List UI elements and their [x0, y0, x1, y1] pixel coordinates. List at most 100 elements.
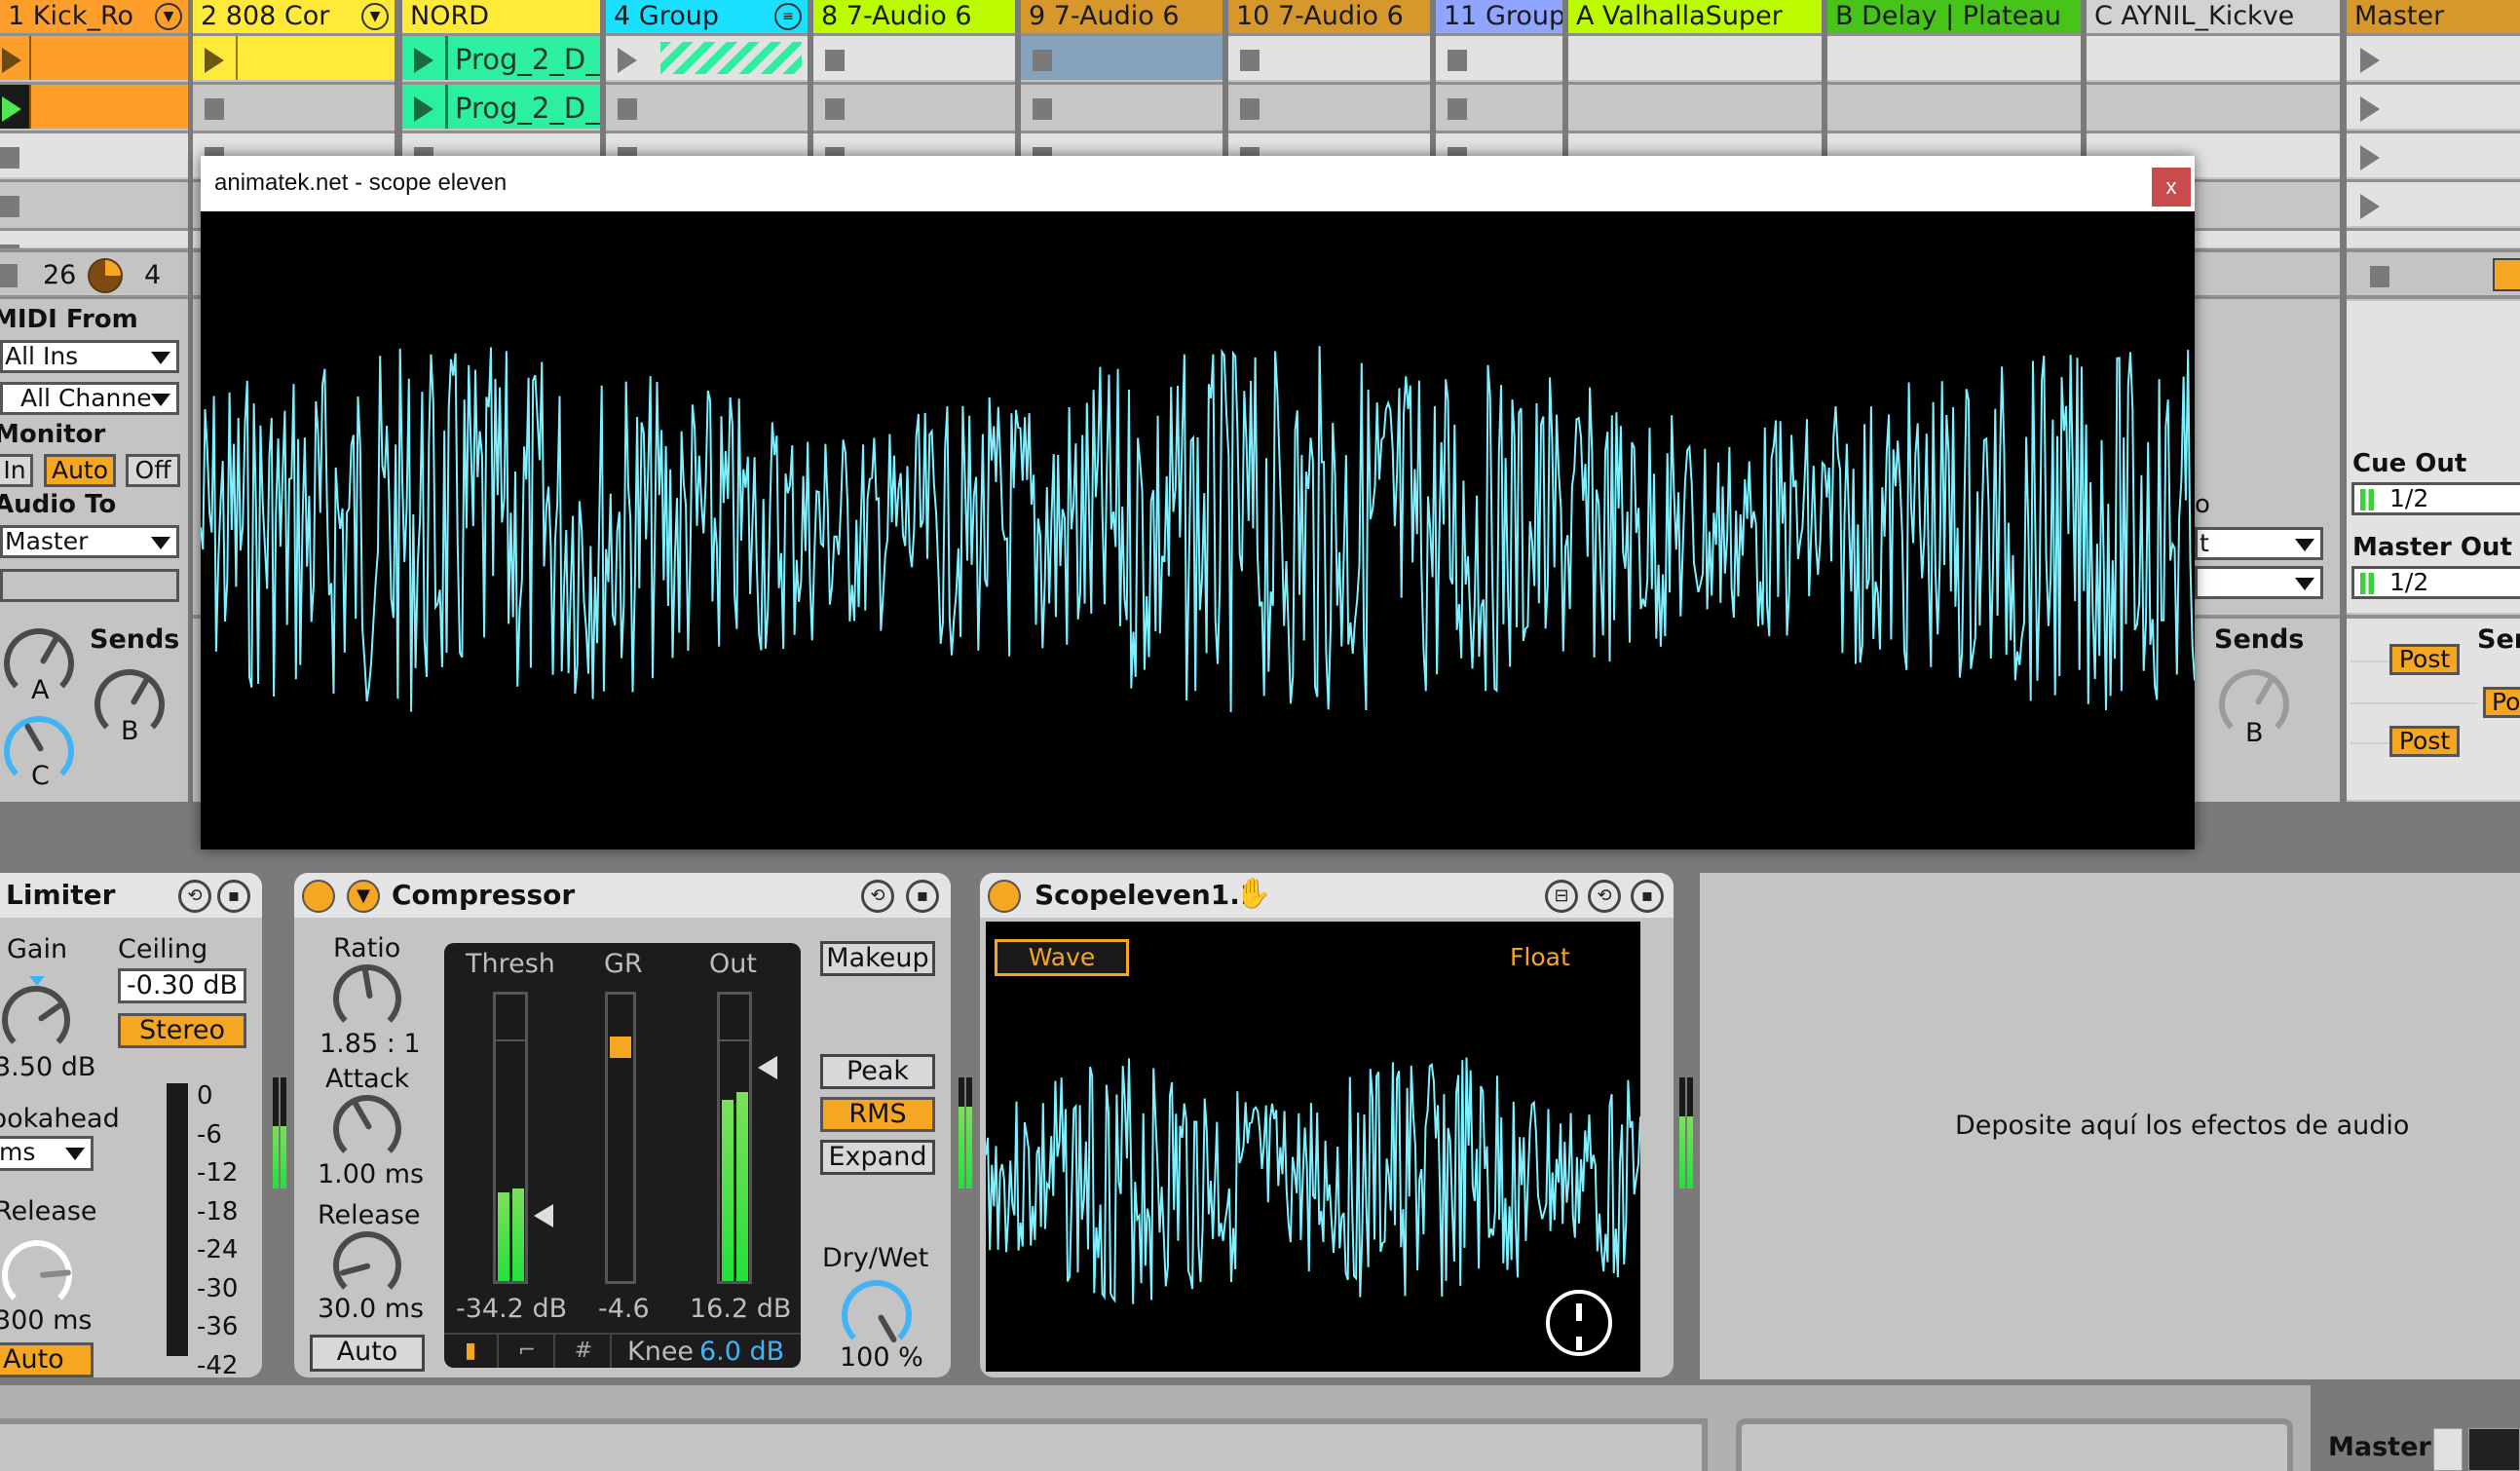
clip-stop-icon[interactable] [1448, 50, 1467, 71]
save-preset-icon[interactable]: ▪ [906, 880, 939, 913]
track-header[interactable]: 2 808 Cor ▼ [193, 0, 395, 33]
meter-view-icon[interactable]: ▮ [444, 1335, 499, 1368]
track-header[interactable]: 11 Group [1436, 0, 1562, 33]
device-power-button[interactable] [302, 880, 335, 913]
clip-slot[interactable] [2347, 131, 2520, 177]
threshold-slider-handle[interactable] [534, 1204, 553, 1227]
clip-slot[interactable] [1021, 82, 1222, 129]
hot-swap-icon[interactable]: ⟲ [861, 880, 894, 913]
clip-slot[interactable] [1568, 33, 1822, 80]
master-device-thumbnail[interactable] [2433, 1428, 2463, 1471]
clip-stop-icon[interactable] [1033, 50, 1052, 71]
fold-icon[interactable]: ▼ [155, 3, 182, 30]
close-button[interactable]: x [2152, 168, 2191, 207]
hot-swap-icon[interactable]: ⟲ [178, 880, 211, 913]
power-icon[interactable] [1546, 1290, 1612, 1356]
clip-slot[interactable] [2087, 82, 2340, 129]
clip-slot[interactable] [2347, 82, 2520, 129]
fold-icon[interactable]: ▼ [361, 3, 389, 30]
scene-launch-icon[interactable] [2493, 258, 2520, 291]
device-power-button[interactable] [988, 880, 1021, 913]
lookahead-select[interactable]: ms [0, 1136, 94, 1171]
track-header[interactable]: A ValhallaSuper [1568, 0, 1822, 33]
rms-button[interactable]: RMS [820, 1097, 935, 1132]
device-fold-button[interactable]: ▼ [347, 880, 380, 913]
track-header[interactable]: C AYNIL_Kickve [2087, 0, 2340, 33]
knee-value[interactable]: 6.0 dB [699, 1337, 784, 1367]
expand-button[interactable]: Expand [820, 1140, 935, 1175]
return-c-output-select[interactable]: t [2195, 527, 2323, 560]
clip-slot[interactable] [606, 33, 808, 80]
clip-play-icon[interactable] [2, 96, 21, 122]
clip-play-icon[interactable] [618, 48, 637, 73]
clip-stop-icon[interactable] [205, 98, 224, 120]
scene-launch-icon[interactable] [2360, 194, 2380, 219]
edit-device-icon[interactable]: ⊟ [1545, 880, 1578, 913]
clip-slot[interactable] [2347, 228, 2520, 247]
return-c-channel-select[interactable] [2195, 566, 2323, 599]
stop-all-clips-button[interactable] [2370, 266, 2389, 287]
clip-slot[interactable] [813, 33, 1015, 80]
activity-view-icon[interactable]: # [557, 1335, 612, 1368]
post-send-c-button[interactable]: Post [2389, 726, 2460, 757]
window-titlebar[interactable]: animatek.net - scope eleven x [201, 156, 2195, 211]
gain-knob[interactable] [2, 986, 70, 1054]
clip-slot[interactable] [813, 82, 1015, 129]
clip-slot[interactable] [1228, 33, 1430, 80]
release-knob[interactable] [2, 1240, 72, 1310]
save-preset-icon[interactable]: ▪ [1631, 880, 1664, 913]
stereo-button[interactable]: Stereo [118, 1013, 246, 1048]
monitor-in-button[interactable]: In [0, 454, 33, 487]
track-header[interactable]: NORD [402, 0, 600, 33]
clip-slot[interactable] [1021, 33, 1222, 80]
release-knob[interactable] [333, 1231, 401, 1300]
clip-slot[interactable]: Prog_2_D_ [402, 82, 600, 129]
clip-slot[interactable] [0, 33, 188, 80]
clip-slot[interactable] [2087, 33, 2340, 80]
clip-slot[interactable] [1228, 82, 1430, 129]
monitor-off-button[interactable]: Off [126, 454, 180, 487]
clip-play-icon[interactable] [205, 48, 224, 73]
hot-swap-icon[interactable]: ⟲ [1588, 880, 1621, 913]
track-header[interactable]: 9 7-Audio 6 [1021, 0, 1222, 33]
audio-effects-drop-zone[interactable]: Deposite aquí los efectos de audio [1700, 873, 2520, 1379]
group-icon[interactable]: ≡ [774, 3, 802, 30]
clip-slot[interactable] [1436, 82, 1562, 129]
clip-slot[interactable] [1827, 82, 2081, 129]
post-send-a-button[interactable]: Post [2389, 644, 2460, 675]
track-header[interactable]: 10 7-Audio 6 [1228, 0, 1430, 33]
clip-stop-icon[interactable] [0, 147, 19, 169]
clip-stop-icon[interactable] [825, 98, 845, 120]
ceiling-field[interactable]: -0.30 dB [118, 968, 246, 1003]
master-device-thumbnail[interactable] [2468, 1428, 2520, 1471]
save-preset-icon[interactable]: ▪ [217, 880, 250, 913]
clip-play-icon[interactable] [2, 48, 21, 73]
post-send-b-button[interactable]: Po [2483, 687, 2520, 718]
clip-stop-icon[interactable] [618, 98, 637, 120]
makeup-gain-slider-handle[interactable] [758, 1056, 777, 1079]
cue-out-select[interactable]: 1/2 [2351, 482, 2520, 515]
clip-slot[interactable] [193, 82, 395, 129]
clip-slot[interactable] [193, 33, 395, 80]
makeup-button[interactable]: Makeup [820, 941, 935, 976]
clip-stop-icon[interactable] [1033, 98, 1052, 120]
audio-to-channel-select[interactable] [0, 569, 179, 602]
clip-play-icon[interactable] [414, 96, 433, 122]
drywet-knob[interactable] [842, 1280, 912, 1350]
clip-stop-icon[interactable] [1240, 50, 1260, 71]
clip-stop-icon[interactable] [0, 196, 19, 217]
auto-release-button[interactable]: Auto [0, 1342, 94, 1377]
clip-slot[interactable] [606, 82, 808, 129]
track-header[interactable]: Master [2347, 0, 2520, 33]
clip-play-icon[interactable] [414, 48, 433, 73]
midi-channel-select[interactable]: All Channe [0, 382, 179, 415]
clip-slot[interactable] [2347, 179, 2520, 226]
scene-launch-icon[interactable] [2360, 48, 2380, 73]
scene-launch-icon[interactable] [2360, 145, 2380, 170]
midi-from-select[interactable]: All Ins [0, 340, 179, 373]
auto-release-button[interactable]: Auto [310, 1335, 425, 1372]
peak-button[interactable]: Peak [820, 1054, 935, 1089]
clip-slot[interactable] [0, 131, 188, 177]
master-out-select[interactable]: 1/2 [2351, 566, 2520, 599]
track1-stop-button[interactable] [0, 264, 18, 287]
